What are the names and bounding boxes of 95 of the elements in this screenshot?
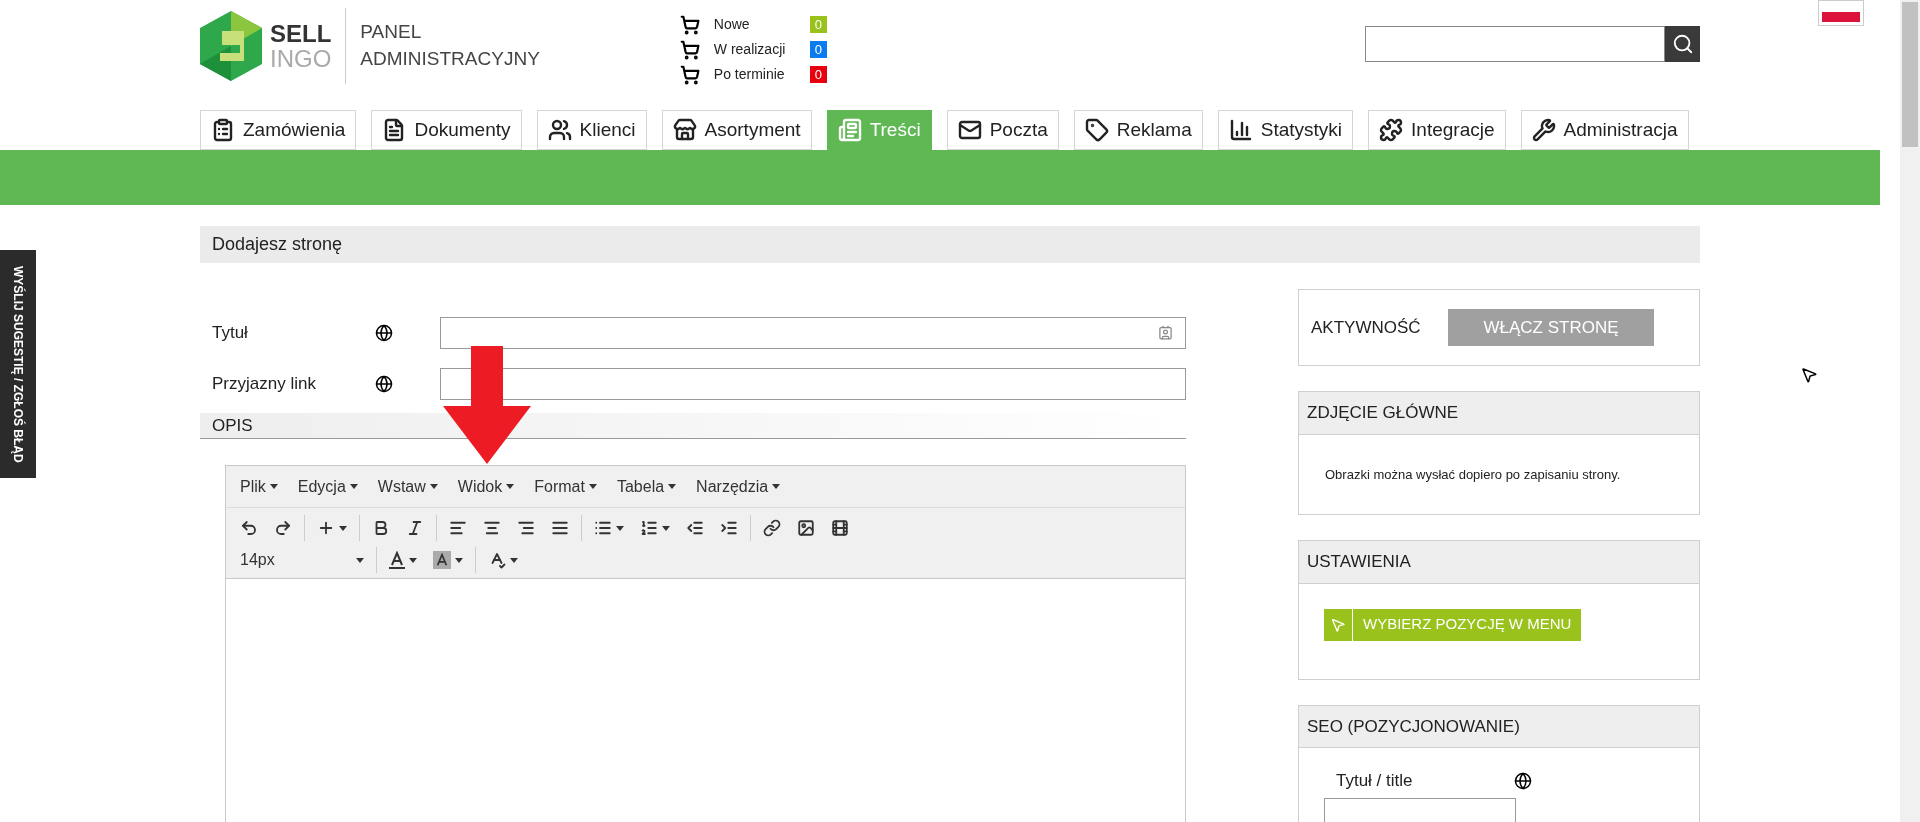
caret-icon: [588, 484, 597, 489]
field-label: Tytuł: [211, 321, 249, 344]
counter-label[interactable]: W realizacji: [713, 39, 810, 60]
menu-item[interactable]: Edycja: [289, 474, 366, 499]
nav-tab[interactable]: Statystyki: [1217, 110, 1354, 150]
menu-item[interactable]: Wstaw: [369, 474, 446, 499]
field-label: Tytuł / title: [1336, 770, 1414, 792]
justify-icon: [551, 519, 569, 537]
caret-icon: [510, 557, 518, 563]
nav-tab[interactable]: Asortyment: [661, 110, 812, 150]
activity-label: AKTYWNOŚĆ: [1311, 316, 1422, 339]
bullet-list-icon: [594, 519, 612, 537]
nav-tab[interactable]: Dokumenty: [371, 110, 522, 150]
nav-tab[interactable]: Reklama: [1073, 110, 1203, 150]
newspaper-icon: [837, 118, 862, 142]
panel-title: ZDJĘCIE GŁÓWNE: [1299, 392, 1699, 435]
cart-icon: [679, 39, 700, 60]
indent-icon: [720, 519, 738, 537]
counter-label[interactable]: Nowe: [713, 14, 810, 35]
caret-icon: [429, 484, 438, 489]
caret-icon: [339, 525, 347, 531]
cart-icon: [679, 64, 700, 85]
globe-icon: [1514, 771, 1532, 790]
caret-icon: [409, 557, 417, 563]
link-icon: [763, 519, 781, 537]
menu-item[interactable]: Narzędzia: [688, 474, 789, 499]
puzzle-icon: [1379, 118, 1404, 142]
undo-icon: [240, 519, 258, 537]
insert-icon: [317, 519, 335, 537]
outdent-icon: [686, 519, 704, 537]
caret-icon: [455, 557, 463, 563]
globe-icon: [375, 374, 393, 393]
caret-icon: [662, 525, 670, 531]
logo-text: INGO: [270, 46, 332, 72]
highlight-color-icon: [433, 551, 451, 569]
text-field[interactable]: [440, 316, 1186, 349]
mouse-cursor-icon: [1800, 366, 1818, 384]
nav-tab[interactable]: Klienci: [536, 110, 647, 150]
caret-icon: [668, 484, 677, 489]
store-icon: [672, 118, 697, 142]
align-center-icon: [483, 519, 501, 537]
nav-tab[interactable]: Administracja: [1520, 110, 1689, 150]
logo-icon: [200, 11, 262, 81]
selection-pointer-icon: [1330, 616, 1346, 633]
font-size-dropdown[interactable]: 14px: [232, 546, 372, 574]
caret-icon: [269, 484, 278, 489]
caret-icon: [772, 484, 781, 489]
menu-item[interactable]: Widok: [449, 474, 523, 499]
image-icon: [797, 519, 815, 537]
bar-chart-icon: [1228, 118, 1253, 142]
text-field[interactable]: [440, 367, 1186, 400]
globe-icon: [375, 323, 393, 342]
search-button[interactable]: [1665, 26, 1700, 62]
counter-badge: 0: [809, 41, 828, 58]
counter-badge: 0: [809, 16, 828, 33]
tag-icon: [1084, 118, 1109, 142]
contact-card-icon: [1158, 325, 1173, 340]
panel-title-text: ADMINISTRACYJNY: [360, 47, 540, 71]
align-left-icon: [449, 519, 467, 537]
video-icon: [831, 519, 849, 537]
clipboard-icon: [211, 118, 235, 142]
counter-label[interactable]: Po terminie: [713, 64, 810, 85]
people-icon: [547, 118, 572, 142]
panel-title: SEO (POZYCJONOWANIE): [1299, 705, 1699, 748]
panel-title-text: PANEL: [360, 20, 423, 45]
caret-icon: [356, 557, 364, 563]
cart-icon: [679, 14, 700, 35]
nav-tab[interactable]: Zamówienia: [200, 110, 357, 150]
menu-item[interactable]: Format: [526, 474, 605, 499]
search-icon: [1671, 33, 1694, 55]
logo-text: SELL: [270, 20, 332, 46]
redo-icon: [274, 519, 292, 537]
counter-badge: 0: [809, 66, 828, 83]
flag-icon[interactable]: [1818, 0, 1864, 26]
wrench-icon: [1531, 118, 1556, 142]
nav-tab[interactable]: Poczta: [946, 110, 1059, 150]
panel-title: USTAWIENIA: [1299, 541, 1699, 584]
caret-icon: [616, 525, 624, 531]
feedback-side-tab[interactable]: WYŚLIJ SUGESTIĘ / ZGŁOŚ BŁĄD: [0, 250, 36, 478]
field-label: Przyjazny link: [211, 372, 317, 395]
numbered-list-icon: [640, 519, 658, 537]
nav-tab[interactable]: Integracje: [1368, 110, 1506, 150]
menu-item[interactable]: Plik: [232, 474, 286, 499]
italic-icon: [406, 519, 424, 537]
menu-item[interactable]: Tabela: [608, 474, 685, 499]
caret-icon: [349, 484, 358, 489]
align-right-icon: [517, 519, 535, 537]
search-field[interactable]: [1365, 26, 1665, 62]
section-label: OPIS: [200, 413, 1186, 439]
info-text: Obrazki można wysłać dopiero po zapisaniu strony.: [1324, 465, 1622, 484]
scrollbar[interactable]: [1900, 0, 1920, 822]
envelope-icon: [957, 118, 982, 142]
text-color-icon: [389, 551, 405, 569]
page-title: Dodajesz stronę: [200, 226, 1700, 263]
caret-icon: [506, 484, 515, 489]
